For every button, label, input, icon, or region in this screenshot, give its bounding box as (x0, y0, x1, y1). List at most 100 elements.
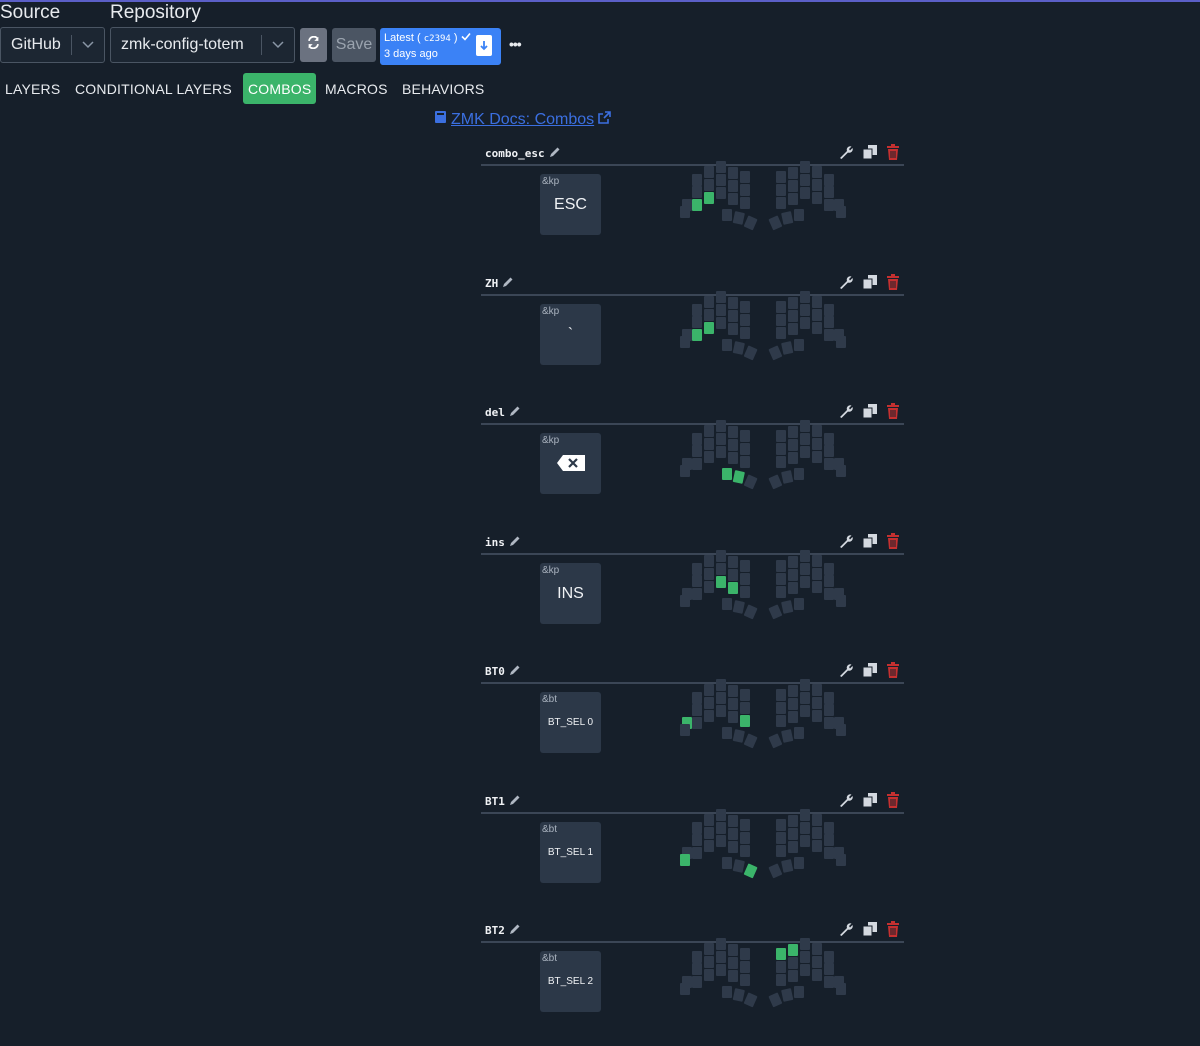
combo-key-32 (800, 705, 810, 717)
pencil-icon[interactable] (549, 146, 561, 161)
combo-binding-key[interactable]: &kp INS (540, 562, 601, 624)
combo-binding-key[interactable]: &bt BT_SEL 2 (540, 951, 601, 1012)
combo-key-17 (722, 338, 732, 351)
copy-icon[interactable] (862, 144, 878, 165)
combo-key-9 (740, 831, 750, 844)
combo-key-9 (740, 313, 750, 326)
pencil-icon[interactable] (509, 794, 521, 809)
tab-combos[interactable]: COMBOS (243, 73, 317, 104)
combo-key-14 (740, 974, 750, 986)
combo-key-30 (776, 326, 786, 339)
combo-key-20 (776, 559, 786, 572)
combo-key-24 (824, 433, 834, 445)
tab-behaviors[interactable]: BEHAVIORS (397, 73, 489, 104)
repository-select[interactable]: zmk-config-totem (110, 27, 295, 63)
combo-key-9 (740, 702, 750, 714)
more-menu-button[interactable]: ••• (509, 36, 522, 52)
sync-button[interactable] (300, 28, 327, 62)
combo-key-39 (794, 468, 804, 480)
combo-key-21 (788, 814, 798, 827)
tab-layers[interactable]: LAYERS (0, 73, 65, 104)
copy-icon[interactable] (862, 921, 878, 942)
combo-key-10 (692, 717, 702, 729)
combo-name-text: BT2 (485, 924, 505, 937)
combo-keyboard-preview[interactable] (680, 161, 846, 233)
combo-binding-key[interactable]: &kp (540, 433, 601, 494)
combo-key-37 (768, 604, 783, 619)
combo-name-text: combo_esc (485, 147, 545, 160)
trash-icon[interactable] (886, 144, 900, 165)
pencil-icon[interactable] (502, 276, 514, 291)
combo-key-2 (716, 938, 726, 950)
trash-icon[interactable] (886, 403, 900, 424)
combo-key-31 (788, 322, 798, 335)
combo-key-13 (728, 970, 738, 982)
combo-actions (838, 662, 900, 683)
combo-key-21 (788, 555, 798, 568)
combo-key-8 (728, 180, 738, 192)
combo-key-17 (722, 727, 732, 739)
combo-key-13 (728, 840, 738, 853)
pencil-icon[interactable] (509, 405, 521, 420)
combo-key-5 (692, 963, 702, 975)
combo-key-8 (728, 698, 738, 710)
combo-name[interactable]: ZH (485, 276, 514, 291)
pencil-icon[interactable] (509, 923, 521, 938)
combo-key-0 (692, 692, 702, 704)
combo-binding-key[interactable]: &kp ` (540, 303, 601, 365)
trash-icon[interactable] (886, 791, 900, 813)
combo-keyboard-preview[interactable] (680, 808, 846, 881)
combo-key-0 (692, 821, 702, 834)
combo-key-11 (704, 839, 714, 852)
combo-keyboard-preview[interactable] (680, 420, 846, 492)
pencil-icon[interactable] (509, 535, 521, 550)
combo-key-27 (800, 303, 810, 316)
combo-name[interactable]: BT1 (485, 794, 521, 809)
combo-keyboard-preview[interactable] (680, 549, 846, 622)
copy-icon[interactable] (862, 403, 878, 424)
combo-key-5 (692, 833, 702, 846)
combo-binding-key[interactable]: &bt BT_SEL 0 (540, 692, 601, 753)
latest-build-button[interactable]: Latest ( c2394 ) 3 days ago (380, 28, 501, 65)
trash-icon[interactable] (886, 273, 900, 295)
copy-icon[interactable] (862, 274, 878, 295)
trash-icon[interactable] (886, 662, 900, 683)
combo-name[interactable]: combo_esc (485, 146, 561, 161)
combo-key-18 (732, 599, 745, 614)
combo-name[interactable]: BT0 (485, 664, 521, 679)
combo-key-31 (788, 840, 798, 853)
combo-name[interactable]: BT2 (485, 923, 521, 938)
combo-key-3 (728, 944, 738, 956)
combo-key-3 (728, 167, 738, 179)
combo-name[interactable]: del (485, 405, 521, 420)
trash-icon[interactable] (886, 532, 900, 554)
combo-key-37 (768, 474, 783, 490)
combo-key-36 (836, 724, 846, 736)
combo-name[interactable]: ins (485, 535, 521, 550)
copy-icon[interactable] (862, 792, 878, 813)
combo-key-36 (836, 206, 846, 218)
combo-key-25 (776, 313, 786, 326)
pencil-icon[interactable] (509, 664, 521, 679)
combo-key-19 (743, 992, 758, 1008)
tab-conditional-layers[interactable]: CONDITIONAL LAYERS (70, 73, 237, 104)
combo-key-31 (788, 452, 798, 464)
combo-keyboard-preview[interactable] (680, 679, 846, 751)
tab-macros[interactable]: MACROS (320, 73, 393, 104)
combo-key-25 (776, 831, 786, 844)
source-select[interactable]: GitHub (0, 27, 105, 63)
zmk-docs-link[interactable]: ZMK Docs: Combos (434, 110, 611, 129)
copy-icon[interactable] (862, 662, 878, 683)
combo-key-3 (728, 555, 738, 568)
combo-key-28 (812, 826, 822, 839)
combo-keyboard-preview[interactable] (680, 290, 846, 363)
combo-key-21 (788, 944, 798, 956)
save-button[interactable]: Save (332, 28, 376, 62)
combo-key-19 (743, 474, 758, 490)
combo-keyboard-preview[interactable] (680, 938, 846, 1010)
combo-binding-key[interactable]: &kp ESC (540, 174, 601, 235)
copy-icon[interactable] (862, 533, 878, 554)
trash-icon[interactable] (886, 921, 900, 942)
combo-item: BT2 &bt BT_SEL 2 (481, 918, 904, 1046)
combo-binding-key[interactable]: &bt BT_SEL 1 (540, 821, 601, 883)
